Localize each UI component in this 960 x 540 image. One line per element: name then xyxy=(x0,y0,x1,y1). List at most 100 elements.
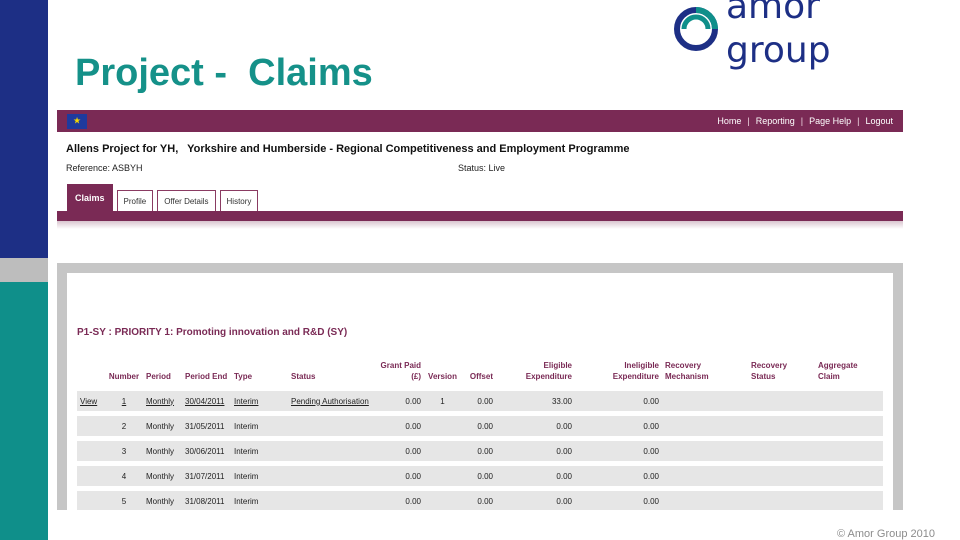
col-aggregate-claim-line2: Claim xyxy=(818,372,840,381)
claim-grant-paid: 0.00 xyxy=(372,466,424,486)
tab-underline xyxy=(57,211,903,221)
claim-aggregate xyxy=(815,391,883,411)
claim-status-link[interactable]: Pending Authorisation xyxy=(291,397,369,406)
claim-status xyxy=(288,441,372,461)
claim-eligible: 33.00 xyxy=(496,391,575,411)
col-recovery-mechanism-line2: Mechanism xyxy=(665,372,709,381)
claim-ineligible: 0.00 xyxy=(575,391,662,411)
table-row: View 1 Monthly 30/04/2011 Interim Pendin… xyxy=(77,391,883,411)
col-ineligible: Ineligible Expenditure xyxy=(575,360,662,386)
claim-recovery-status xyxy=(748,441,815,461)
col-version: Version xyxy=(428,372,457,381)
claim-number-link[interactable]: 1 xyxy=(122,397,126,406)
claim-recovery-mechanism xyxy=(662,416,748,436)
claim-status: Pending Authorisation xyxy=(288,391,372,411)
table-row: 2 Monthly 31/05/2011 Interim 0.00 0.00 0… xyxy=(77,416,883,436)
claim-recovery-status xyxy=(748,391,815,411)
claim-period-end: 31/07/2011 xyxy=(182,466,231,486)
nav-home-link[interactable]: Home xyxy=(717,116,741,126)
col-number: Number xyxy=(108,372,140,381)
claim-aggregate xyxy=(815,416,883,436)
col-recovery-mechanism: Recovery Mechanism xyxy=(662,360,748,386)
nav-reporting-link[interactable]: Reporting xyxy=(756,116,795,126)
row-action xyxy=(77,441,105,461)
claim-eligible: 0.00 xyxy=(496,466,575,486)
col-status: Status xyxy=(291,372,316,381)
claim-aggregate xyxy=(815,441,883,461)
claim-period: Monthly xyxy=(143,391,182,411)
priority-section-title: P1-SY : PRIORITY 1: Promoting innovation… xyxy=(77,327,348,338)
claim-status xyxy=(288,466,372,486)
project-name: Allens Project for YH, xyxy=(66,143,179,155)
claim-ineligible: 0.00 xyxy=(575,416,662,436)
nav-logout-link[interactable]: Logout xyxy=(865,116,893,126)
claim-grant-paid: 0.00 xyxy=(372,416,424,436)
claims-panel: P1-SY : PRIORITY 1: Promoting innovation… xyxy=(57,263,903,510)
col-grant-paid-line1: Grant Paid xyxy=(380,361,421,370)
claim-recovery-mechanism xyxy=(662,441,748,461)
col-period-end: Period End xyxy=(185,372,228,381)
claim-period: Monthly xyxy=(143,416,182,436)
view-claim-link[interactable]: View xyxy=(80,397,97,406)
claim-number: 5 xyxy=(105,491,143,510)
claim-period-end: 31/05/2011 xyxy=(182,416,231,436)
claim-offset: 0.00 xyxy=(461,391,496,411)
tab-history[interactable]: History xyxy=(219,190,259,211)
col-eligible-line2: Expenditure xyxy=(525,372,572,381)
col-grant-paid: Grant Paid (£) xyxy=(372,360,424,386)
claim-ineligible: 0.00 xyxy=(575,491,662,510)
claim-recovery-mechanism xyxy=(662,466,748,486)
claim-ineligible: 0.00 xyxy=(575,466,662,486)
claim-offset: 0.00 xyxy=(461,441,496,461)
claim-version xyxy=(424,466,461,486)
programme-name: Yorkshire and Humberside - Regional Comp… xyxy=(187,143,630,155)
tab-bar: Claims Profile Offer Details History xyxy=(67,184,262,211)
col-eligible: Eligible Expenditure xyxy=(496,360,575,386)
col-aggregate-claim: Aggregate Claim xyxy=(815,360,883,386)
claim-period-end: 30/06/2011 xyxy=(182,441,231,461)
claim-status xyxy=(288,491,372,510)
claim-period-end-link[interactable]: 30/04/2011 xyxy=(185,397,224,406)
claim-period-end: 31/08/2011 xyxy=(182,491,231,510)
claim-grant-paid: 0.00 xyxy=(372,391,424,411)
tab-offer-details[interactable]: Offer Details xyxy=(157,190,216,211)
col-ineligible-line1: Ineligible xyxy=(624,361,659,370)
row-action: View xyxy=(77,391,105,411)
project-status: Status: Live xyxy=(458,163,506,173)
nav-separator: | xyxy=(857,116,860,126)
claim-recovery-status xyxy=(748,466,815,486)
col-recovery-status: Recovery Status xyxy=(748,360,815,386)
slide: amor group Project - Claims ★ Home | Rep… xyxy=(0,0,960,540)
copyright-notice: © Amor Group 2010 xyxy=(837,528,935,540)
claims-table: Number Period Period End Type Status Gra… xyxy=(77,355,883,510)
top-bar: ★ Home | Reporting | Page Help | Logout xyxy=(57,110,903,132)
tab-profile[interactable]: Profile xyxy=(116,190,154,211)
claim-offset: 0.00 xyxy=(461,416,496,436)
logo-text: amor group xyxy=(726,0,831,71)
claim-period: Monthly xyxy=(143,441,182,461)
claim-offset: 0.00 xyxy=(461,466,496,486)
col-grant-paid-line2: (£) xyxy=(411,372,421,381)
claim-type-link[interactable]: Interim xyxy=(234,397,258,406)
col-type: Type xyxy=(234,372,253,381)
nav-page-help-link[interactable]: Page Help xyxy=(809,116,851,126)
amor-group-logo: amor group xyxy=(674,0,924,71)
col-recovery-mechanism-line1: Recovery xyxy=(665,361,702,370)
table-row: 4 Monthly 31/07/2011 Interim 0.00 0.00 0… xyxy=(77,466,883,486)
table-header-row: Number Period Period End Type Status Gra… xyxy=(77,360,883,386)
tab-claims[interactable]: Claims xyxy=(67,184,113,211)
tab-shadow xyxy=(57,221,903,229)
claim-eligible: 0.00 xyxy=(496,441,575,461)
nav-separator: | xyxy=(800,116,804,126)
table-row: 3 Monthly 30/06/2011 Interim 0.00 0.00 0… xyxy=(77,441,883,461)
claim-aggregate xyxy=(815,491,883,510)
claim-recovery-status xyxy=(748,491,815,510)
claim-period: Monthly xyxy=(143,491,182,510)
claim-status xyxy=(288,416,372,436)
claim-period-link[interactable]: Monthly xyxy=(146,397,174,406)
claim-grant-paid: 0.00 xyxy=(372,491,424,510)
eu-flag-icon: ★ xyxy=(67,113,87,129)
app-screenshot: ★ Home | Reporting | Page Help | Logout … xyxy=(57,110,903,510)
row-action xyxy=(77,416,105,436)
table-row: 5 Monthly 31/08/2011 Interim 0.00 0.00 0… xyxy=(77,491,883,510)
